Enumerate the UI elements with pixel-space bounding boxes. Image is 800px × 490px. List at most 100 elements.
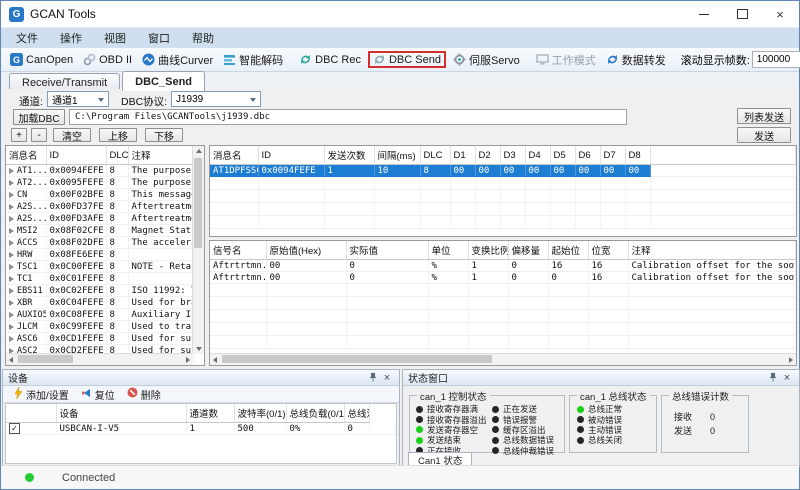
scrollbar-thumb[interactable] xyxy=(18,355,73,363)
column-header[interactable]: D7 xyxy=(600,146,625,165)
scroll-right-icon[interactable] xyxy=(186,357,190,363)
column-header[interactable]: D3 xyxy=(500,146,525,165)
column-header[interactable]: D8 xyxy=(625,146,650,165)
expander-icon[interactable] xyxy=(9,300,14,306)
expander-icon[interactable] xyxy=(9,324,14,330)
scroll-left-icon[interactable] xyxy=(213,357,217,363)
expander-icon[interactable] xyxy=(9,216,14,222)
signal-table-horizontal-scrollbar[interactable] xyxy=(210,353,796,365)
pin-icon[interactable] xyxy=(366,371,380,384)
list-send-button[interactable]: 列表发送 xyxy=(737,108,791,124)
toolbar-dbc-send[interactable]: DBC Send xyxy=(368,51,446,68)
clear-button[interactable]: 清空 xyxy=(53,128,91,142)
toolbar-obd[interactable]: OBD II xyxy=(78,51,137,68)
toolbar-curver[interactable]: 曲线Curver xyxy=(137,50,218,70)
expander-icon[interactable] xyxy=(9,312,14,318)
message-row[interactable]: MSI20x08F02CFE8Magnet Status In xyxy=(6,225,194,237)
expander-icon[interactable] xyxy=(9,180,14,186)
menu-file[interactable]: 文件 xyxy=(5,28,49,48)
scroll-frames-input[interactable] xyxy=(752,51,800,68)
column-header[interactable]: 单位 xyxy=(428,241,468,260)
expander-icon[interactable] xyxy=(9,204,14,210)
column-header[interactable]: 波特率(0/1) xyxy=(234,404,286,423)
message-row[interactable]: AT2...0x0095FEFE8The purpose of t xyxy=(6,177,194,189)
reset-device-button[interactable]: 复位 xyxy=(75,386,121,403)
column-header[interactable]: D6 xyxy=(575,146,600,165)
column-header[interactable]: D1 xyxy=(450,146,475,165)
signal-row[interactable]: Aftrtrtmn...000%101616Calibration offset… xyxy=(210,260,796,272)
expander-icon[interactable] xyxy=(9,168,14,174)
toolbar-canopen[interactable]: G CanOpen xyxy=(5,51,78,68)
column-header[interactable]: 实际值 xyxy=(346,241,428,260)
close-panel-icon[interactable]: × xyxy=(380,371,394,384)
column-header[interactable]: 原始值(Hex) xyxy=(266,241,346,260)
expander-icon[interactable] xyxy=(9,276,14,282)
column-header[interactable]: 间隔(ms) xyxy=(374,146,420,165)
column-header[interactable]: 注释 xyxy=(628,241,796,260)
message-row[interactable]: JLCM0x0C99FEFE8Used to transfer xyxy=(6,321,194,333)
column-header[interactable]: DLC xyxy=(420,146,450,165)
menu-view[interactable]: 视图 xyxy=(93,28,137,48)
message-list-horizontal-scrollbar[interactable] xyxy=(6,353,193,365)
message-row[interactable]: ASC60x0CD1FEFE8Used for suspens xyxy=(6,333,194,345)
minimize-button[interactable] xyxy=(685,1,723,27)
maximize-button[interactable] xyxy=(723,1,761,27)
can1-status-tab[interactable]: Can1 状态 xyxy=(408,452,472,466)
column-header[interactable]: D2 xyxy=(475,146,500,165)
close-button[interactable]: × xyxy=(761,1,799,27)
signal-row[interactable]: Aftrtrtmn...000%10016Calibration offset … xyxy=(210,272,796,284)
expander-icon[interactable] xyxy=(9,264,14,270)
channel-select[interactable]: 通道1 xyxy=(47,91,109,107)
toolbar-dbc-rec[interactable]: DBC Rec xyxy=(294,51,366,68)
add-row-button[interactable]: + xyxy=(11,128,27,142)
message-row[interactable]: CN0x00F02BFE8This message is xyxy=(6,189,194,201)
column-header[interactable]: 消息名 xyxy=(210,146,258,165)
menu-window[interactable]: 窗口 xyxy=(137,28,181,48)
expander-icon[interactable] xyxy=(9,252,14,258)
column-header[interactable]: 起始位 xyxy=(548,241,588,260)
message-row[interactable]: AT1...0x0094FEFE8The purpose of t xyxy=(6,165,194,177)
tab-dbc-send[interactable]: DBC_Send xyxy=(122,71,205,91)
column-header[interactable]: 变换比例 xyxy=(468,241,508,260)
column-header[interactable]: ID xyxy=(258,146,324,165)
message-list-vertical-scrollbar[interactable] xyxy=(192,146,204,354)
column-header[interactable]: 偏移量 xyxy=(508,241,548,260)
message-row[interactable]: ACCS0x08F02DFE8The acceleration xyxy=(6,237,194,249)
column-header[interactable]: D5 xyxy=(550,146,575,165)
toolbar-decode[interactable]: 智能解码 xyxy=(218,50,288,70)
dbc-protocol-select[interactable]: J1939 xyxy=(171,91,261,107)
message-row[interactable]: A2S...0x00FD37FE8Aftertreatment 2 xyxy=(6,201,194,213)
column-header[interactable]: 设备 xyxy=(56,404,186,423)
message-row[interactable]: XBR0x0C04FEFE8Used for brake c xyxy=(6,297,194,309)
add-device-button[interactable]: 添加/设置 xyxy=(7,386,75,403)
send-row-selected[interactable]: AT1DPFSSC0x0094FEFE11080000000000000000 xyxy=(210,165,796,177)
menu-operation[interactable]: 操作 xyxy=(49,28,93,48)
message-row[interactable]: HRW0x08FE6EFE8 xyxy=(6,249,194,261)
toolbar-data-forward[interactable]: 数据转发 xyxy=(601,50,671,70)
scroll-up-icon[interactable] xyxy=(196,149,202,153)
load-dbc-button[interactable]: 加载DBC xyxy=(13,109,65,125)
column-header[interactable]: 总线流量(0/1) xyxy=(344,404,370,423)
column-header[interactable]: D4 xyxy=(525,146,550,165)
expander-icon[interactable] xyxy=(9,336,14,342)
scroll-left-icon[interactable] xyxy=(9,357,13,363)
message-row[interactable]: EBS110x0C02FEFE8ISO 11992: Towin xyxy=(6,285,194,297)
column-header[interactable]: 总线负载(0/1) xyxy=(286,404,344,423)
expander-icon[interactable] xyxy=(9,240,14,246)
column-header[interactable]: 注释 xyxy=(128,146,194,165)
column-header[interactable]: 信号名 xyxy=(210,241,266,260)
column-header[interactable] xyxy=(6,404,56,423)
message-row[interactable]: A2S...0x00FD3AFE8Aftertreatment 2 xyxy=(6,213,194,225)
message-row[interactable]: AUXIO50x0C08FEFE8Auxiliary Input xyxy=(6,309,194,321)
expander-icon[interactable] xyxy=(9,288,14,294)
expander-icon[interactable] xyxy=(9,228,14,234)
column-header[interactable]: DLC xyxy=(106,146,128,165)
dbc-path-field[interactable]: C:\Program Files\GCANTools\j1939.dbc xyxy=(69,109,627,125)
scrollbar-thumb[interactable] xyxy=(194,158,202,248)
message-row[interactable]: TC10x0C01FEFE8 xyxy=(6,273,194,285)
scrollbar-thumb[interactable] xyxy=(222,355,492,363)
move-down-button[interactable]: 下移 xyxy=(145,128,183,142)
pin-icon[interactable] xyxy=(766,371,780,384)
move-up-button[interactable]: 上移 xyxy=(99,128,137,142)
menu-help[interactable]: 帮助 xyxy=(181,28,225,48)
